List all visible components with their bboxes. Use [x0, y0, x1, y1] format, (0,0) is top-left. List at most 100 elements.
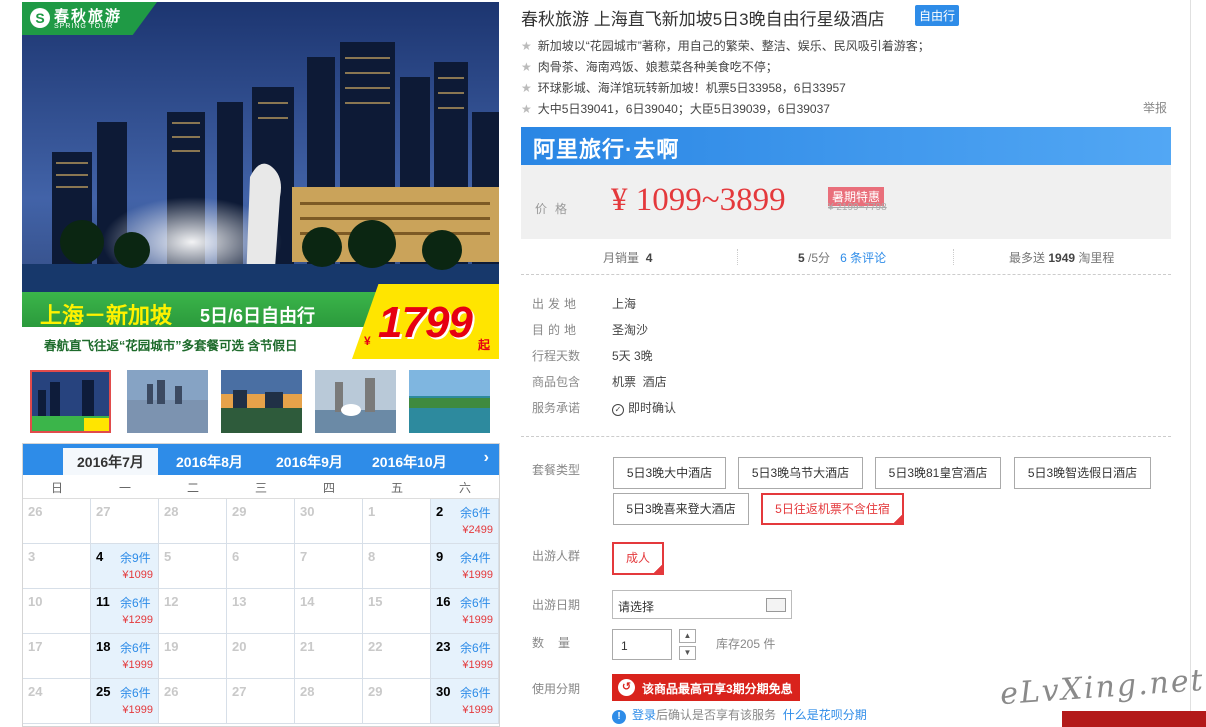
calendar-day: 17	[23, 634, 91, 679]
floating-widget[interactable]	[1062, 711, 1206, 727]
day-number: 28	[164, 504, 179, 519]
calendar-day: 21	[295, 634, 363, 679]
day-number: 21	[300, 639, 315, 654]
banner-price-suffix: 起	[478, 338, 491, 352]
day-price: ¥1999	[462, 569, 493, 581]
package-label: 套餐类型	[532, 463, 581, 477]
remaining-count: 余6件	[460, 596, 491, 610]
calendar-day-available[interactable]: 9 余4件 ¥1999	[431, 544, 499, 589]
hero-image[interactable]: S 春秋旅游 SPRING TOUR 上海－新加坡 5日/6日自由行 春航直飞往…	[22, 2, 499, 359]
calendar-day-available[interactable]: 16 余6件 ¥1999	[431, 589, 499, 634]
calendar-day-available[interactable]: 25 余6件 ¥1999	[91, 679, 159, 724]
banner-price: 1799	[378, 298, 473, 347]
quantity-decrease-icon[interactable]: ▼	[679, 646, 696, 660]
banner-currency: ¥	[364, 334, 371, 348]
day-number: 4	[96, 549, 104, 564]
remaining-count: 余4件	[460, 551, 491, 565]
tab-month-4[interactable]: 2016年10月	[372, 452, 447, 472]
day-number: 26	[28, 504, 43, 519]
package-option-2[interactable]: 5日3晚乌节大酒店	[738, 457, 863, 489]
thumbnail-4[interactable]	[315, 370, 396, 433]
quantity-input[interactable]: 1	[612, 629, 672, 660]
remaining-count: 余9件	[120, 551, 151, 565]
package-option-4[interactable]: 5日3晚智选假日酒店	[1014, 457, 1151, 489]
calendar-day: 15	[363, 589, 431, 634]
day-number: 28	[300, 684, 315, 699]
weekday-header: 日一二三四五六	[23, 475, 499, 499]
detail-label-departure: 出发地	[532, 297, 581, 311]
reviews-link[interactable]: 6 条评论	[840, 251, 886, 265]
day-price: ¥1999	[122, 659, 153, 671]
calendar-day-available[interactable]: 30 余6件 ¥1999	[431, 679, 499, 724]
thumbnail-3[interactable]	[221, 370, 302, 433]
price-label: 价格	[535, 202, 576, 216]
site-watermark: eLvXing.net	[999, 662, 1206, 713]
travel-date-input[interactable]: 请选择	[612, 590, 792, 619]
calendar-day-available[interactable]: 23 余6件 ¥1999	[431, 634, 499, 679]
calendar-day-available[interactable]: 2 余6件 ¥2499	[431, 499, 499, 544]
day-number: 16	[436, 594, 451, 609]
calendar-day-available[interactable]: 18 余6件 ¥1999	[91, 634, 159, 679]
feature-item: ★ 新加坡以“花园城市”著称，用自己的繁荣、整洁、娱乐、民风吸引着游客；	[521, 39, 930, 53]
tab-month-1[interactable]: 2016年7月	[63, 448, 158, 475]
tab-month-2[interactable]: 2016年8月	[176, 452, 243, 472]
calendar-day: 7	[295, 544, 363, 589]
banner-duration: 5日/6日自由行	[200, 306, 316, 326]
package-option-5[interactable]: 5日3晚喜来登大酒店	[613, 493, 749, 525]
installment-note: ! 登录后确认是否享有该服务 什么是花呗分期	[612, 706, 867, 724]
huabei-icon: ↺	[618, 679, 635, 696]
selected-check-corner-icon	[893, 514, 903, 524]
feature-item: ★ 环球影城、海洋馆玩转新加坡！机票5日33958，6日33957	[521, 81, 846, 95]
day-price: ¥1999	[462, 614, 493, 626]
day-number: 2	[436, 504, 444, 519]
huabei-help-link[interactable]: 什么是花呗分期	[783, 708, 867, 722]
day-number: 27	[96, 504, 111, 519]
login-link[interactable]: 登录	[632, 708, 656, 722]
report-link[interactable]: 举报	[1143, 99, 1167, 116]
day-number: 18	[96, 639, 111, 654]
calendar-day: 22	[363, 634, 431, 679]
day-number: 10	[28, 594, 43, 609]
day-number: 30	[436, 684, 451, 699]
next-month-chevron-icon[interactable]: ›	[484, 449, 489, 467]
calendar-day: 13	[227, 589, 295, 634]
thumbnail-5[interactable]	[409, 370, 490, 433]
thumbnail-1[interactable]	[30, 370, 111, 433]
package-option-6[interactable]: 5日往返机票不含住宿	[761, 493, 904, 525]
day-number: 3	[28, 549, 36, 564]
remaining-count: 余6件	[460, 641, 491, 655]
tab-month-3[interactable]: 2016年9月	[276, 452, 343, 472]
day-price: ¥2499	[462, 524, 493, 536]
divider	[521, 436, 1171, 437]
day-number: 12	[164, 594, 179, 609]
calendar-day: 26	[159, 679, 227, 724]
package-option-3[interactable]: 5日3晚81皇宫酒店	[875, 457, 1001, 489]
weekday-2: 二	[186, 481, 199, 495]
monthly-sales: 月销量 4	[603, 251, 653, 265]
crowd-label: 出游人群	[532, 549, 581, 563]
calendar-icon[interactable]	[766, 598, 786, 612]
quantity-increase-icon[interactable]: ▲	[679, 629, 696, 643]
star-icon: ★	[521, 81, 532, 95]
detail-label-promise: 服务承诺	[532, 401, 581, 415]
package-option-1[interactable]: 5日3晚大中酒店	[613, 457, 726, 489]
thumbnail-2[interactable]	[127, 370, 208, 433]
crowd-option-adult[interactable]: 成人	[612, 542, 664, 575]
calendar-day: 14	[295, 589, 363, 634]
calendar-day: 3	[23, 544, 91, 589]
feature-item: ★ 肉骨茶、海南鸡饭、娘惹菜各种美食吃不停；	[521, 60, 778, 74]
sales-stats: 月销量 4 5 /5分 6 条评论 最多送 1949 淘里程	[521, 239, 1171, 275]
calendar-day: 19	[159, 634, 227, 679]
promo-banner: 上海－新加坡 5日/6日自由行 春航直飞往返“花园城市”多套餐可选 含节假日 ¥…	[22, 284, 499, 359]
calendar-day: 1	[363, 499, 431, 544]
original-price: ¥ 2199~7798	[828, 202, 887, 213]
remaining-count: 余6件	[120, 641, 151, 655]
remaining-count: 余6件	[120, 596, 151, 610]
calendar-day: 27	[227, 679, 295, 724]
day-number: 6	[232, 549, 240, 564]
calendar-day-available[interactable]: 11 余6件 ¥1299	[91, 589, 159, 634]
calendar-day-available[interactable]: 4 余9件 ¥1099	[91, 544, 159, 589]
weekday-4: 四	[322, 481, 335, 495]
calendar-month-tabs: 2016年7月 2016年8月 2016年9月 2016年10月 ›	[23, 444, 499, 475]
installment-button[interactable]: ↺ 该商品最高可享3期分期免息	[612, 674, 800, 701]
